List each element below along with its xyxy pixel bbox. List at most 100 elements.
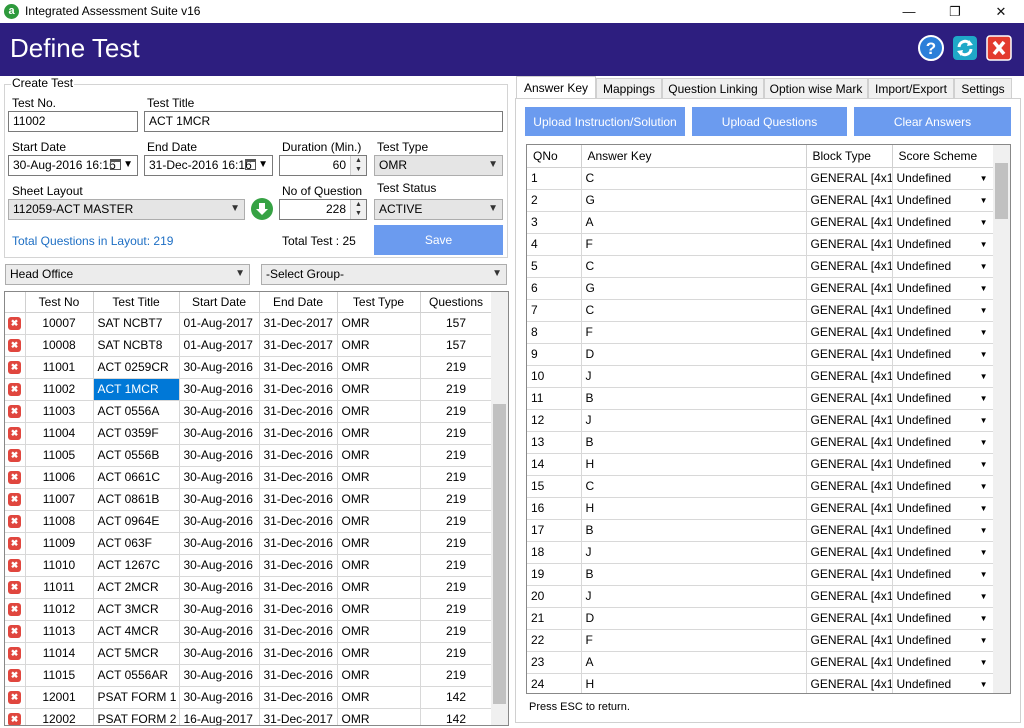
table-row[interactable]: 7 C GENERAL [4x1] Undefined ▼ xyxy=(527,299,995,322)
start-date-cell[interactable]: 01-Aug-2017 xyxy=(179,334,260,357)
questions-cell[interactable]: 219 xyxy=(420,466,493,489)
table-row[interactable]: 24 H GENERAL [4x1] Undefined ▼ xyxy=(527,673,995,693)
start-date-cell[interactable]: 16-Aug-2017 xyxy=(179,708,260,725)
duration-stepper[interactable]: 60 ▲ ▼ xyxy=(279,155,367,176)
questions-cell[interactable]: 219 xyxy=(420,400,493,423)
delete-icon[interactable]: ✖ xyxy=(8,602,21,616)
qno-cell[interactable]: 11 xyxy=(527,387,582,410)
answer-key-cell[interactable]: C xyxy=(581,255,807,278)
chevron-down-icon[interactable]: ▼ xyxy=(980,482,988,491)
block-type-cell[interactable]: GENERAL [4x1] xyxy=(806,409,893,432)
test-title-cell[interactable]: ACT 5MCR xyxy=(93,642,180,665)
end-date-cell[interactable]: 31-Dec-2016 xyxy=(259,378,338,401)
table-row[interactable]: ✖ 11013 ACT 4MCR 30-Aug-2016 31-Dec-2016 OMR 2… xyxy=(5,620,493,643)
test-no-cell[interactable]: 11003 xyxy=(25,400,94,423)
answer-key-cell[interactable]: D xyxy=(581,607,807,630)
tab-import-export[interactable]: Import/Export xyxy=(868,78,954,98)
block-type-cell[interactable]: GENERAL [4x1] xyxy=(806,519,893,542)
chevron-down-icon[interactable]: ▼ xyxy=(980,548,988,557)
answer-key-cell[interactable]: H xyxy=(581,453,807,476)
score-scheme-cell[interactable]: Undefined ▼ xyxy=(892,299,995,322)
qno-cell[interactable]: 18 xyxy=(527,541,582,564)
delete-icon[interactable]: ✖ xyxy=(8,492,21,506)
test-no-cell[interactable]: 10008 xyxy=(25,334,94,357)
answer-key-cell[interactable]: B xyxy=(581,431,807,454)
qno-cell[interactable]: 19 xyxy=(527,563,582,586)
score-scheme-cell[interactable]: Undefined ▼ xyxy=(892,453,995,476)
answer-key-cell[interactable]: G xyxy=(581,189,807,212)
tab-answer-key[interactable]: Answer Key xyxy=(516,76,596,99)
table-row[interactable]: ✖ 11014 ACT 5MCR 30-Aug-2016 31-Dec-2016 OMR 2… xyxy=(5,642,493,665)
test-no-cell[interactable]: 11001 xyxy=(25,356,94,379)
score-scheme-cell[interactable]: Undefined ▼ xyxy=(892,167,995,190)
answer-key-cell[interactable]: D xyxy=(581,343,807,366)
questions-cell[interactable]: 219 xyxy=(420,620,493,643)
table-row[interactable]: 13 B GENERAL [4x1] Undefined ▼ xyxy=(527,431,995,454)
row-delete-cell[interactable]: ✖ xyxy=(5,444,26,467)
refresh-icon[interactable] xyxy=(951,34,979,62)
qno-cell[interactable]: 24 xyxy=(527,673,582,693)
questions-cell[interactable]: 219 xyxy=(420,444,493,467)
end-date-cell[interactable]: 31-Dec-2016 xyxy=(259,642,338,665)
test-no-cell[interactable]: 10007 xyxy=(25,312,94,335)
block-type-cell[interactable]: GENERAL [4x1] xyxy=(806,189,893,212)
start-date-cell[interactable]: 30-Aug-2016 xyxy=(179,620,260,643)
test-no-cell[interactable]: 12002 xyxy=(25,708,94,725)
table-row[interactable]: ✖ 11011 ACT 2MCR 30-Aug-2016 31-Dec-2016 OMR 2… xyxy=(5,576,493,599)
end-date-cell[interactable]: 31-Dec-2016 xyxy=(259,444,338,467)
answer-key-cell[interactable]: B xyxy=(581,563,807,586)
qno-cell[interactable]: 3 xyxy=(527,211,582,234)
test-no-cell[interactable]: 11015 xyxy=(25,664,94,687)
row-delete-cell[interactable]: ✖ xyxy=(5,334,26,357)
test-no-cell[interactable]: 11012 xyxy=(25,598,94,621)
start-date-cell[interactable]: 30-Aug-2016 xyxy=(179,356,260,379)
table-row[interactable]: 18 J GENERAL [4x1] Undefined ▼ xyxy=(527,541,995,564)
delete-icon[interactable]: ✖ xyxy=(8,514,21,528)
answer-key-cell[interactable]: A xyxy=(581,211,807,234)
row-delete-cell[interactable]: ✖ xyxy=(5,554,26,577)
score-scheme-cell[interactable]: Undefined ▼ xyxy=(892,585,995,608)
delete-icon[interactable]: ✖ xyxy=(8,558,21,572)
table-row[interactable]: ✖ 10007 SAT NCBT7 01-Aug-2017 31-Dec-2017 OMR… xyxy=(5,312,493,335)
block-type-cell[interactable]: GENERAL [4x1] xyxy=(806,233,893,256)
scrollbar-thumb[interactable] xyxy=(995,163,1008,219)
delete-icon[interactable]: ✖ xyxy=(8,668,21,682)
answer-key-cell[interactable]: C xyxy=(581,167,807,190)
score-scheme-cell[interactable]: Undefined ▼ xyxy=(892,607,995,630)
questions-cell[interactable]: 219 xyxy=(420,642,493,665)
answer-key-cell[interactable]: F xyxy=(581,629,807,652)
test-type-cell[interactable]: OMR xyxy=(337,466,421,489)
chevron-down-icon[interactable]: ▼ xyxy=(980,196,988,205)
test-title-cell[interactable]: PSAT FORM 1 xyxy=(93,686,180,709)
table-row[interactable]: 14 H GENERAL [4x1] Undefined ▼ xyxy=(527,453,995,476)
answer-key-cell[interactable]: B xyxy=(581,387,807,410)
test-type-cell[interactable]: OMR xyxy=(337,422,421,445)
table-row[interactable]: ✖ 11002 ACT 1MCR 30-Aug-2016 31-Dec-2016 OMR 2… xyxy=(5,378,493,401)
test-no-cell[interactable]: 11007 xyxy=(25,488,94,511)
start-date-cell[interactable]: 30-Aug-2016 xyxy=(179,422,260,445)
test-title-cell[interactable]: ACT 0964E xyxy=(93,510,180,533)
test-no-cell[interactable]: 11013 xyxy=(25,620,94,643)
score-scheme-cell[interactable]: Undefined ▼ xyxy=(892,629,995,652)
test-type-cell[interactable]: OMR xyxy=(337,554,421,577)
test-title-cell[interactable]: SAT NCBT8 xyxy=(93,334,180,357)
tab-mappings[interactable]: Mappings xyxy=(596,78,662,98)
delete-icon[interactable]: ✖ xyxy=(8,536,21,550)
qno-cell[interactable]: 13 xyxy=(527,431,582,454)
table-row[interactable]: ✖ 10008 SAT NCBT8 01-Aug-2017 31-Dec-2017 OMR… xyxy=(5,334,493,357)
delete-icon[interactable]: ✖ xyxy=(8,448,21,462)
block-type-cell[interactable]: GENERAL [4x1] xyxy=(806,321,893,344)
end-date-cell[interactable]: 31-Dec-2017 xyxy=(259,312,338,335)
answer-key-scrollbar[interactable] xyxy=(993,145,1010,693)
questions-cell[interactable]: 219 xyxy=(420,598,493,621)
table-row[interactable]: 15 C GENERAL [4x1] Undefined ▼ xyxy=(527,475,995,498)
column-header-block-type[interactable]: Block Type xyxy=(806,145,893,168)
answer-key-cell[interactable]: J xyxy=(581,409,807,432)
test-no-cell[interactable]: 12001 xyxy=(25,686,94,709)
help-icon[interactable]: ? xyxy=(917,34,945,62)
end-date-cell[interactable]: 31-Dec-2017 xyxy=(259,708,338,725)
questions-cell[interactable]: 219 xyxy=(420,422,493,445)
test-title-cell[interactable]: ACT 0556A xyxy=(93,400,180,423)
tab-option-wise-mark[interactable]: Option wise Mark xyxy=(764,78,868,98)
row-delete-cell[interactable]: ✖ xyxy=(5,664,26,687)
